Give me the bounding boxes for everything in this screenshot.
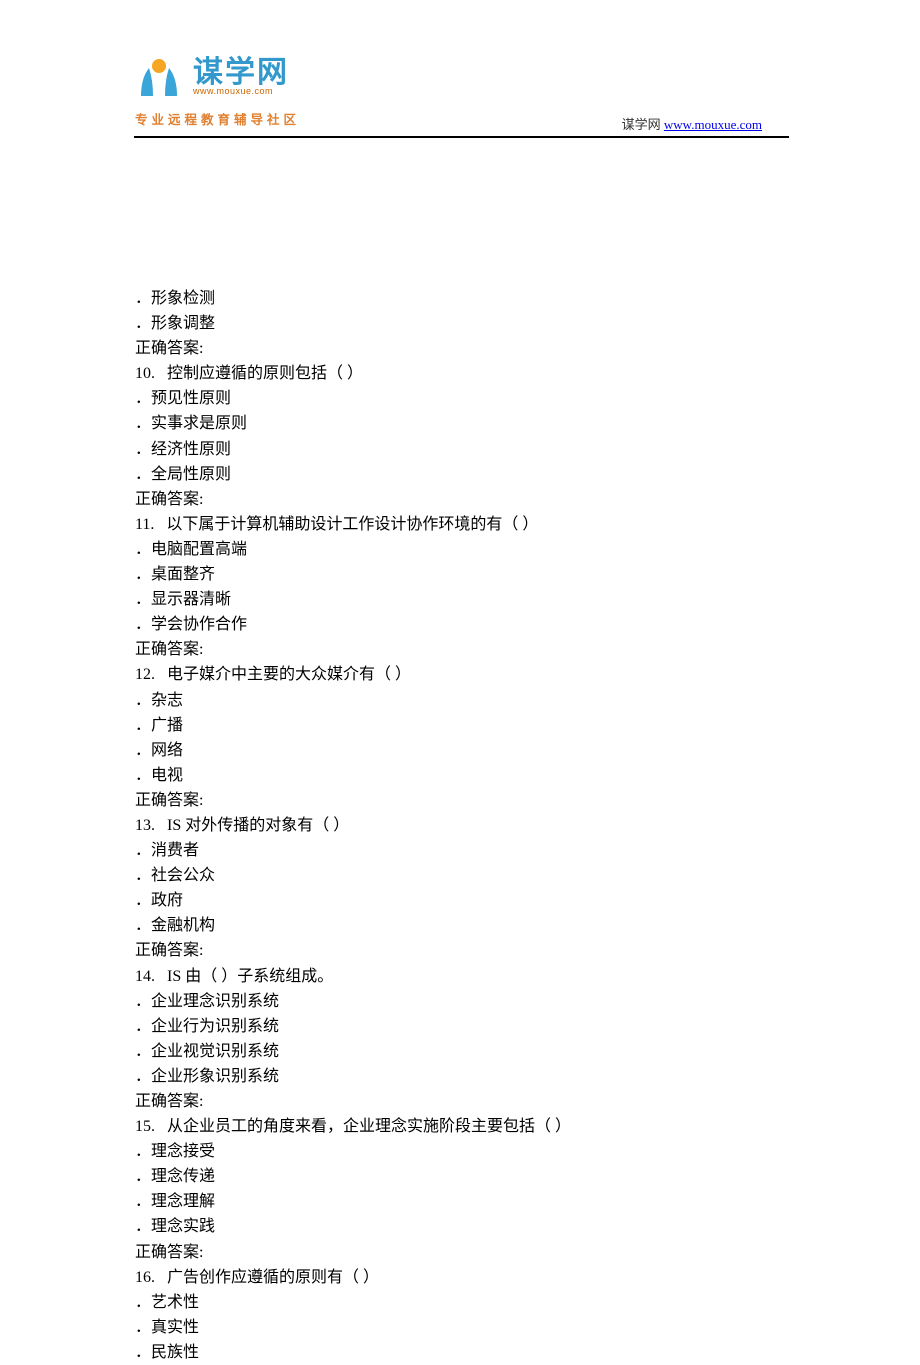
document-body: ．形象检测 ．形象调整 正确答案: 10. 控制应遵循的原则包括（ ） ．预见性… bbox=[0, 140, 920, 1365]
option-line: ．电视 bbox=[135, 763, 790, 788]
option-line: ．企业理念识别系统 bbox=[135, 989, 790, 1014]
option-line: ．消费者 bbox=[135, 838, 790, 863]
question-stem: 11. 以下属于计算机辅助设计工作设计协作环境的有（ ） bbox=[135, 512, 790, 537]
option-line: ．理念接受 bbox=[135, 1139, 790, 1164]
header-source-link[interactable]: www.mouxue.com bbox=[664, 117, 762, 132]
logo-tagline: 专业远程教育辅导社区 bbox=[135, 109, 300, 128]
question-stem: 15. 从企业员工的角度来看，企业理念实施阶段主要包括（ ） bbox=[135, 1114, 790, 1139]
option-line: ．杂志 bbox=[135, 688, 790, 713]
answer-line: 正确答案: bbox=[135, 637, 790, 662]
answer-line: 正确答案: bbox=[135, 336, 790, 361]
option-line: ．显示器清晰 bbox=[135, 587, 790, 612]
question-stem: 12. 电子媒介中主要的大众媒介有（ ） bbox=[135, 662, 790, 687]
option-line: ．形象调整 bbox=[135, 311, 790, 336]
question-block: 11. 以下属于计算机辅助设计工作设计协作环境的有（ ） ．电脑配置高端 ．桌面… bbox=[135, 512, 790, 663]
option-line: ．民族性 bbox=[135, 1340, 790, 1365]
option-line: ．桌面整齐 bbox=[135, 562, 790, 587]
option-line: ．全局性原则 bbox=[135, 462, 790, 487]
question-stem: 13. IS 对外传播的对象有（ ） bbox=[135, 813, 790, 838]
option-line: ．实事求是原则 bbox=[135, 411, 790, 436]
page-header: 谋学网 www.mouxue.com 专业远程教育辅导社区 谋学网 www.mo… bbox=[0, 0, 920, 140]
question-block: 16. 广告创作应遵循的原则有（ ） ．艺术性 ．真实性 ．民族性 bbox=[135, 1265, 790, 1365]
question-block: 10. 控制应遵循的原则包括（ ） ．预见性原则 ．实事求是原则 ．经济性原则 … bbox=[135, 361, 790, 512]
question-block: 12. 电子媒介中主要的大众媒介有（ ） ．杂志 ．广播 ．网络 ．电视 正确答… bbox=[135, 662, 790, 813]
answer-line: 正确答案: bbox=[135, 1240, 790, 1265]
option-line: ．政府 bbox=[135, 888, 790, 913]
question-block: 13. IS 对外传播的对象有（ ） ．消费者 ．社会公众 ．政府 ．金融机构 … bbox=[135, 813, 790, 964]
site-logo: 谋学网 www.mouxue.com 专业远程教育辅导社区 bbox=[135, 58, 300, 128]
option-line: ．企业形象识别系统 bbox=[135, 1064, 790, 1089]
option-line: ．真实性 bbox=[135, 1315, 790, 1340]
option-line: ．广播 bbox=[135, 713, 790, 738]
question-stem: 10. 控制应遵循的原则包括（ ） bbox=[135, 361, 790, 386]
logo-title: 谋学网 bbox=[193, 58, 289, 88]
header-source: 谋学网 www.mouxue.com bbox=[622, 114, 762, 133]
answer-line: 正确答案: bbox=[135, 487, 790, 512]
option-line: ．金融机构 bbox=[135, 913, 790, 938]
answer-line: 正确答案: bbox=[135, 938, 790, 963]
option-line: ．理念实践 bbox=[135, 1214, 790, 1239]
option-line: ．预见性原则 bbox=[135, 386, 790, 411]
option-line: ．形象检测 bbox=[135, 286, 790, 311]
option-line: ．理念理解 bbox=[135, 1189, 790, 1214]
option-line: ．艺术性 bbox=[135, 1290, 790, 1315]
question-block: 15. 从企业员工的角度来看，企业理念实施阶段主要包括（ ） ．理念接受 ．理念… bbox=[135, 1114, 790, 1265]
logo-icon bbox=[135, 58, 183, 105]
question-block: 14. IS 由（ ）子系统组成。 ．企业理念识别系统 ．企业行为识别系统 ．企… bbox=[135, 964, 790, 1115]
option-line: ．理念传递 bbox=[135, 1164, 790, 1189]
header-divider bbox=[134, 136, 789, 138]
option-line: ．企业行为识别系统 bbox=[135, 1014, 790, 1039]
option-line: ．学会协作合作 bbox=[135, 612, 790, 637]
option-line: ．电脑配置高端 bbox=[135, 537, 790, 562]
answer-line: 正确答案: bbox=[135, 1089, 790, 1114]
option-line: ．企业视觉识别系统 bbox=[135, 1039, 790, 1064]
option-line: ．经济性原则 bbox=[135, 437, 790, 462]
header-source-label: 谋学网 bbox=[622, 117, 661, 132]
question-stem: 14. IS 由（ ）子系统组成。 bbox=[135, 964, 790, 989]
option-line: ．社会公众 bbox=[135, 863, 790, 888]
option-line: ．网络 bbox=[135, 738, 790, 763]
question-stem: 16. 广告创作应遵循的原则有（ ） bbox=[135, 1265, 790, 1290]
answer-line: 正确答案: bbox=[135, 788, 790, 813]
